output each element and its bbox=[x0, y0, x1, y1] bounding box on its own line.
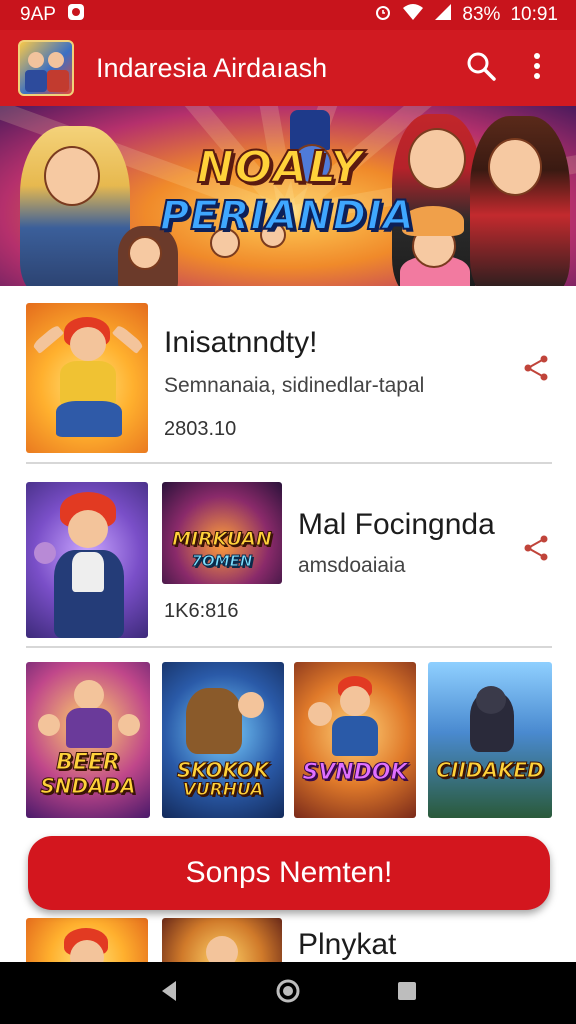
thumbnail-label: 7OMEN bbox=[191, 552, 253, 571]
wifi-icon bbox=[402, 3, 424, 27]
share-button[interactable] bbox=[516, 350, 556, 390]
divider bbox=[26, 462, 552, 464]
more-vert-icon bbox=[532, 52, 542, 85]
tile-label: CIIDAKED bbox=[436, 758, 544, 783]
status-time: 10:91 bbox=[510, 4, 558, 25]
divider bbox=[26, 646, 552, 648]
banner-title-line1: NOALY bbox=[196, 142, 364, 193]
banner-character-face bbox=[44, 146, 100, 206]
tile-label: SNDADA bbox=[40, 774, 136, 799]
game-tile[interactable]: BEER SNDADA bbox=[26, 662, 150, 818]
banner-title: NOALY PERIANDIA bbox=[159, 142, 415, 241]
item-thumbnail bbox=[26, 482, 148, 638]
banner-character-face bbox=[488, 138, 542, 196]
recents-button[interactable] bbox=[385, 971, 429, 1015]
search-button[interactable] bbox=[458, 45, 504, 91]
search-icon bbox=[465, 50, 497, 87]
battery-percent: 83% bbox=[462, 4, 501, 25]
signal-icon bbox=[434, 3, 452, 27]
list-item[interactable]: MIRKUAN 7OMEN Mal Focingnda amsdoaiaia 1… bbox=[26, 476, 552, 642]
tile-label: VURHUA bbox=[182, 780, 264, 801]
app-bar: Indaresia Airdaıash bbox=[0, 30, 576, 106]
app-logo bbox=[18, 40, 74, 96]
recents-icon bbox=[396, 980, 418, 1007]
status-left: 9AP bbox=[20, 2, 86, 28]
back-button[interactable] bbox=[147, 971, 191, 1015]
banner-title-line2: PERIANDIA bbox=[159, 192, 415, 240]
more-options-button[interactable] bbox=[514, 45, 560, 91]
primary-action-button[interactable]: Sonps Nemten! bbox=[28, 836, 550, 910]
tile-row: BEER SNDADA SKOKOK VURHUA SVNDOK CIIDAKE… bbox=[26, 662, 552, 818]
item-title: Mal Focingnda bbox=[298, 508, 495, 541]
back-icon bbox=[158, 979, 180, 1008]
banner-character-face bbox=[408, 128, 466, 190]
tile-label: SVNDOK bbox=[302, 760, 408, 786]
share-icon bbox=[522, 354, 550, 387]
hero-banner[interactable]: NOALY PERIANDIA bbox=[0, 106, 576, 286]
tile-label: SKOKOK bbox=[176, 758, 270, 783]
app-screen: 9AP 83% 10:91 Indaresia Airdaıash NOALY … bbox=[0, 0, 576, 1024]
tile-label: BEER bbox=[56, 750, 121, 776]
app-title: Indaresia Airdaıash bbox=[96, 52, 328, 83]
share-icon bbox=[522, 534, 550, 567]
item-title: Plnykat bbox=[298, 928, 397, 961]
thumbnail-label: MIRKUAN bbox=[172, 528, 273, 551]
status-right: 83% 10:91 bbox=[374, 3, 558, 27]
share-button[interactable] bbox=[516, 530, 556, 570]
system-nav-bar bbox=[0, 962, 576, 1024]
item-subtitle: Semnanaia, sidinedlar-tapal bbox=[164, 374, 425, 397]
item-subtitle: amsdoaiaia bbox=[298, 554, 406, 577]
item-thumbnail bbox=[26, 303, 148, 453]
home-button[interactable] bbox=[266, 971, 310, 1015]
status-bar: 9AP 83% 10:91 bbox=[0, 0, 576, 30]
home-icon bbox=[275, 978, 301, 1009]
banner-character-face bbox=[128, 236, 162, 270]
notification-icon bbox=[66, 2, 86, 28]
game-tile[interactable]: SVNDOK bbox=[294, 662, 416, 818]
item-meta: 1K6:816 bbox=[164, 600, 239, 622]
item-title: Inisatnndty! bbox=[164, 326, 318, 359]
item-thumbnail-secondary: MIRKUAN 7OMEN bbox=[162, 482, 282, 584]
game-tile[interactable]: CIIDAKED bbox=[428, 662, 552, 818]
alarm-icon bbox=[374, 3, 392, 27]
game-tile[interactable]: SKOKOK VURHUA bbox=[162, 662, 284, 818]
list-item[interactable]: Inisatnndty! Semnanaia, sidinedlar-tapal… bbox=[26, 296, 552, 460]
status-left-text: 9AP bbox=[20, 4, 56, 25]
item-meta: 2803.10 bbox=[164, 418, 237, 440]
